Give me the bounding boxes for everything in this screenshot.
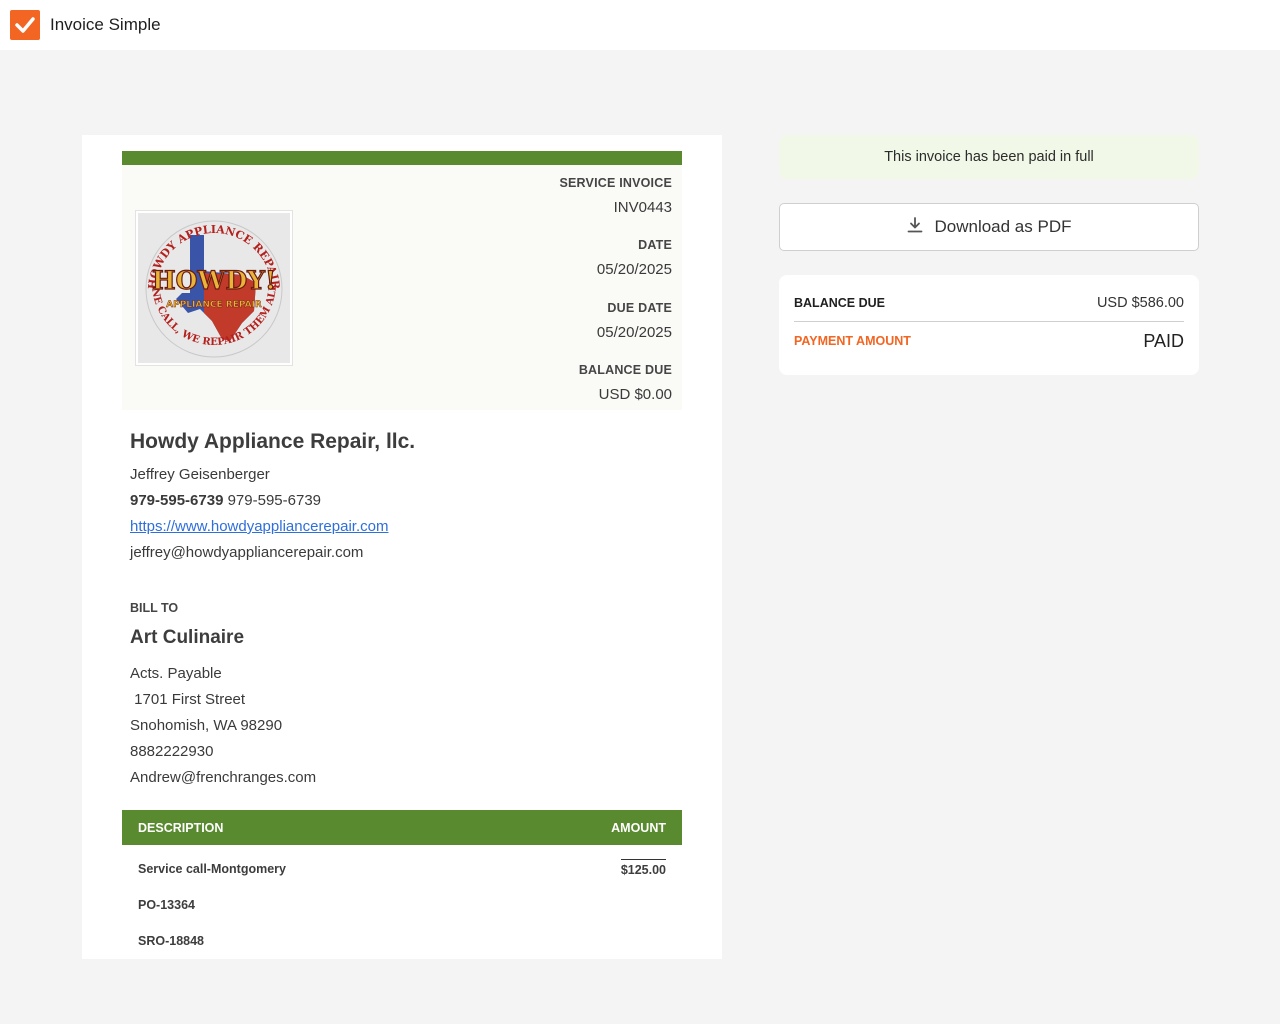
client-name: Art Culinaire xyxy=(130,627,245,648)
invoice-date: 05/20/2025 xyxy=(596,261,672,278)
top-bar: Invoice Simple xyxy=(0,0,1280,50)
invoice-number: INV0443 xyxy=(613,199,672,216)
summary-balance-value: USD $586.00 xyxy=(1096,294,1184,311)
invoice-type-label: SERVICE INVOICE xyxy=(559,176,672,190)
company-info: Howdy Appliance Repair, llc. Jeffrey Gei… xyxy=(130,430,690,566)
invoice-document: HOWDY APPLIANCE REPAIR ONE CALL, WE REPA… xyxy=(82,135,722,959)
balance-due-value: USD $0.00 xyxy=(598,386,672,403)
client-line: Andrew@frenchranges.com xyxy=(130,769,317,786)
payment-status-value: PAID xyxy=(1143,330,1184,351)
bill-to-label: BILL TO xyxy=(130,601,179,615)
company-contact: Jeffrey Geisenberger xyxy=(130,466,270,483)
summary-balance-label: BALANCE DUE xyxy=(794,295,885,310)
header-accent-bar xyxy=(122,151,682,165)
client-info: Art Culinaire Acts. Payable 1701 First S… xyxy=(130,627,690,791)
date-label: DATE xyxy=(638,238,672,252)
amount-column-header: AMOUNT xyxy=(611,820,666,835)
item-description: SRO-18848 xyxy=(138,934,205,948)
company-website-link[interactable]: https://www.howdyappliancerepair.com xyxy=(130,518,388,535)
company-name: Howdy Appliance Repair, llc. xyxy=(130,430,416,453)
description-column-header: DESCRIPTION xyxy=(138,820,224,835)
company-phone-secondary: 979-595-6739 xyxy=(223,492,322,509)
item-description: PO-13364 xyxy=(138,898,195,912)
app-name[interactable]: Invoice Simple xyxy=(50,15,161,35)
logo-sub-text: APPLIANCE REPAIR xyxy=(166,300,262,310)
company-phone-primary: 979-595-6739 xyxy=(130,492,224,509)
balance-due-label: BALANCE DUE xyxy=(578,363,672,377)
items-table-header: DESCRIPTION AMOUNT xyxy=(122,810,682,845)
company-phones: 979-595-6739 979-595-6739 xyxy=(130,488,690,514)
logo-center-text: HOWDY! xyxy=(152,266,276,295)
payment-amount-row: PAYMENT AMOUNT PAID xyxy=(794,327,1184,355)
invoice-header: HOWDY APPLIANCE REPAIR ONE CALL, WE REPA… xyxy=(122,165,682,410)
item-description: Service call-Montgomery xyxy=(138,862,286,876)
company-email: jeffrey@howdyappliancerepair.com xyxy=(130,544,364,561)
download-icon xyxy=(906,216,924,239)
client-line: Acts. Payable xyxy=(130,665,222,682)
payment-summary: BALANCE DUE USD $586.00 PAYMENT AMOUNT P… xyxy=(779,275,1199,375)
download-pdf-button[interactable]: Download as PDF xyxy=(779,203,1199,251)
payment-amount-label: PAYMENT AMOUNT xyxy=(794,334,911,348)
download-pdf-label: Download as PDF xyxy=(934,217,1072,236)
client-line: 1701 First Street xyxy=(130,691,246,708)
company-logo: HOWDY APPLIANCE REPAIR ONE CALL, WE REPA… xyxy=(136,205,292,365)
due-date: 05/20/2025 xyxy=(596,324,672,341)
item-amount: $125.00 xyxy=(620,859,666,877)
paid-status-banner: This invoice has been paid in full xyxy=(779,135,1199,179)
due-date-label: DUE DATE xyxy=(607,301,672,315)
checkmark-logo-icon[interactable] xyxy=(10,10,40,40)
client-line: Snohomish, WA 98290 xyxy=(130,717,283,734)
client-line: 8882222930 xyxy=(130,743,214,760)
balance-due-row: BALANCE DUE USD $586.00 xyxy=(794,294,1184,322)
